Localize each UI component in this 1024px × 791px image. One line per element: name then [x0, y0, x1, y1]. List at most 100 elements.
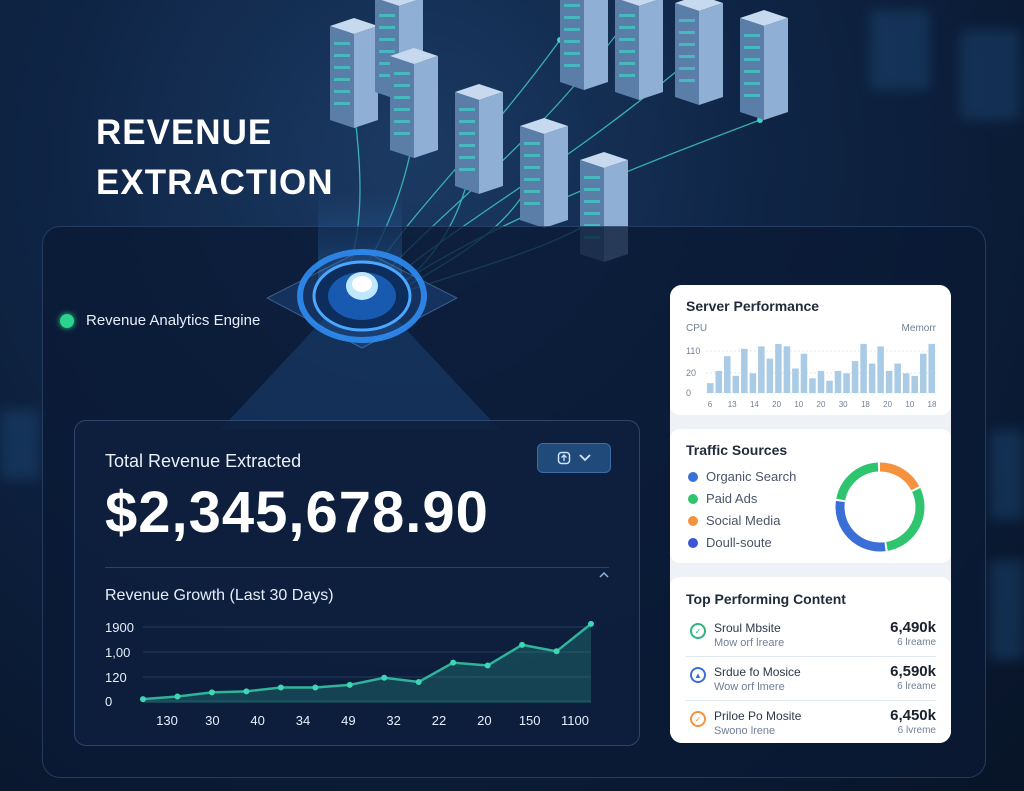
x-tick-label: 10	[905, 400, 914, 409]
x-tick-label: 1100	[561, 713, 589, 728]
content-value: 6,490k	[890, 619, 936, 636]
legend-label: Paid Ads	[706, 491, 758, 506]
background-block	[990, 430, 1024, 520]
server-rack	[615, 0, 663, 100]
x-tick-label: 14	[750, 400, 759, 409]
perf-bar	[860, 343, 867, 393]
server-performance-card: Server Performance CPU Memorr 110 20 0 6 13 14 2…	[670, 285, 951, 415]
growth-chart-title: Revenue Growth (Last 30 Days)	[105, 587, 334, 604]
y-tick-label: 1,00	[105, 645, 130, 660]
x-tick-label: 10	[794, 400, 803, 409]
x-tick-label: 18	[928, 400, 937, 409]
content-value-sub: 6 lvreme	[897, 725, 936, 736]
y-tick-label: 0	[105, 694, 112, 709]
server-performance-chart: CPU Memorr 110 20 0 6 13 14 20 10 20 30 18 20 10 18	[686, 323, 937, 409]
data-point	[588, 620, 594, 627]
server-rack	[455, 84, 503, 194]
top-content-title: Top Performing Content	[686, 591, 846, 607]
y-tick-label: 110	[686, 346, 700, 356]
engine-status: Revenue Analytics Engine	[60, 312, 260, 329]
x-tick-label: 130	[156, 713, 178, 728]
perf-bar	[834, 370, 842, 393]
traffic-sources-title: Traffic Sources	[686, 442, 788, 458]
x-tick-label: 20	[817, 400, 826, 409]
revenue-card: Total Revenue Extracted $2,345,678.90 Re…	[74, 420, 640, 746]
revenue-label: Total Revenue Extracted	[105, 451, 302, 471]
content-subtitle: Mow orf lreare	[714, 637, 785, 649]
background-block	[990, 560, 1024, 660]
perf-bar	[885, 370, 893, 393]
legend-dot-icon	[688, 537, 698, 548]
x-tick-label: 32	[386, 713, 400, 728]
background-block	[0, 410, 40, 480]
x-tick-label: 150	[519, 713, 541, 728]
chevron-down-icon	[579, 454, 591, 462]
x-tick-label: 49	[341, 713, 355, 728]
donut-slice	[836, 462, 879, 501]
hero-title-line1: REVENUE	[96, 113, 273, 152]
perf-bar	[826, 380, 833, 393]
legend-dot-icon	[688, 515, 698, 526]
server-rack	[675, 0, 723, 105]
data-point	[484, 662, 491, 669]
perf-bar	[851, 361, 859, 393]
x-tick-label: 34	[296, 713, 310, 728]
legend-item: Social Media	[688, 513, 780, 528]
engine-label: Revenue Analytics Engine	[86, 312, 261, 329]
donut-slice	[885, 488, 925, 551]
x-tick-label: 30	[205, 713, 219, 728]
donut-slice	[835, 500, 886, 552]
data-point	[415, 679, 422, 685]
perf-bar	[800, 353, 808, 393]
data-point	[450, 659, 457, 666]
data-point	[346, 681, 353, 688]
perf-bar	[817, 370, 825, 393]
y-tick-label: 120	[105, 670, 127, 685]
revenue-options-dropdown[interactable]	[537, 443, 611, 473]
x-tick-label: 20	[477, 713, 491, 728]
revenue-value: $2,345,678.90	[105, 480, 489, 545]
engine-core-icon	[265, 249, 459, 349]
hero-title-line2: EXTRACTION	[96, 163, 334, 202]
perf-bar	[715, 370, 723, 393]
row-divider	[686, 656, 936, 657]
perf-bar	[775, 343, 782, 393]
content-name: Srdue fo Mosice	[714, 665, 801, 679]
legend-label: Social Media	[706, 513, 781, 528]
perf-bar	[749, 373, 757, 393]
content-value: 6,590k	[890, 663, 936, 680]
x-tick-label: 18	[861, 400, 870, 409]
data-point	[381, 674, 388, 681]
x-tick-label: 40	[250, 713, 264, 728]
side-panel: Server Performance CPU Memorr 110 20 0 6 13 14 2…	[670, 285, 951, 743]
perf-bar	[792, 368, 799, 393]
server-rack	[740, 10, 788, 120]
memory-label: Memorr	[902, 323, 937, 334]
perf-bar	[724, 356, 731, 393]
shield-icon	[557, 451, 571, 465]
data-point	[140, 696, 146, 703]
perf-bar	[707, 383, 714, 393]
legend-item: Organic Search	[688, 469, 796, 484]
content-name: Priloe Po Mosite	[714, 709, 802, 723]
shield-icon: ▲	[690, 667, 706, 683]
data-point	[312, 684, 319, 691]
perf-bar	[902, 373, 910, 393]
data-point	[277, 684, 284, 691]
content-row[interactable]: ✓ Priloe Po Mosite Swono lrene 6,450k 6 lvre…	[686, 707, 936, 743]
content-value: 6,450k	[890, 707, 936, 724]
y-tick-label: 20	[686, 368, 696, 378]
traffic-donut-chart	[835, 462, 925, 552]
chevron-up-icon[interactable]	[599, 571, 609, 579]
perf-bar	[868, 363, 876, 393]
check-icon: ✓	[690, 623, 706, 639]
donut-slice	[879, 462, 920, 491]
row-divider	[686, 700, 936, 701]
perf-bar	[928, 343, 935, 393]
data-point	[174, 693, 181, 700]
traffic-sources-card: Traffic Sources Organic Search Paid Ads So…	[670, 429, 951, 563]
y-tick-label: 0	[686, 388, 691, 398]
x-tick-label: 30	[839, 400, 848, 409]
revenue-divider	[105, 567, 609, 568]
server-rack	[560, 0, 608, 90]
